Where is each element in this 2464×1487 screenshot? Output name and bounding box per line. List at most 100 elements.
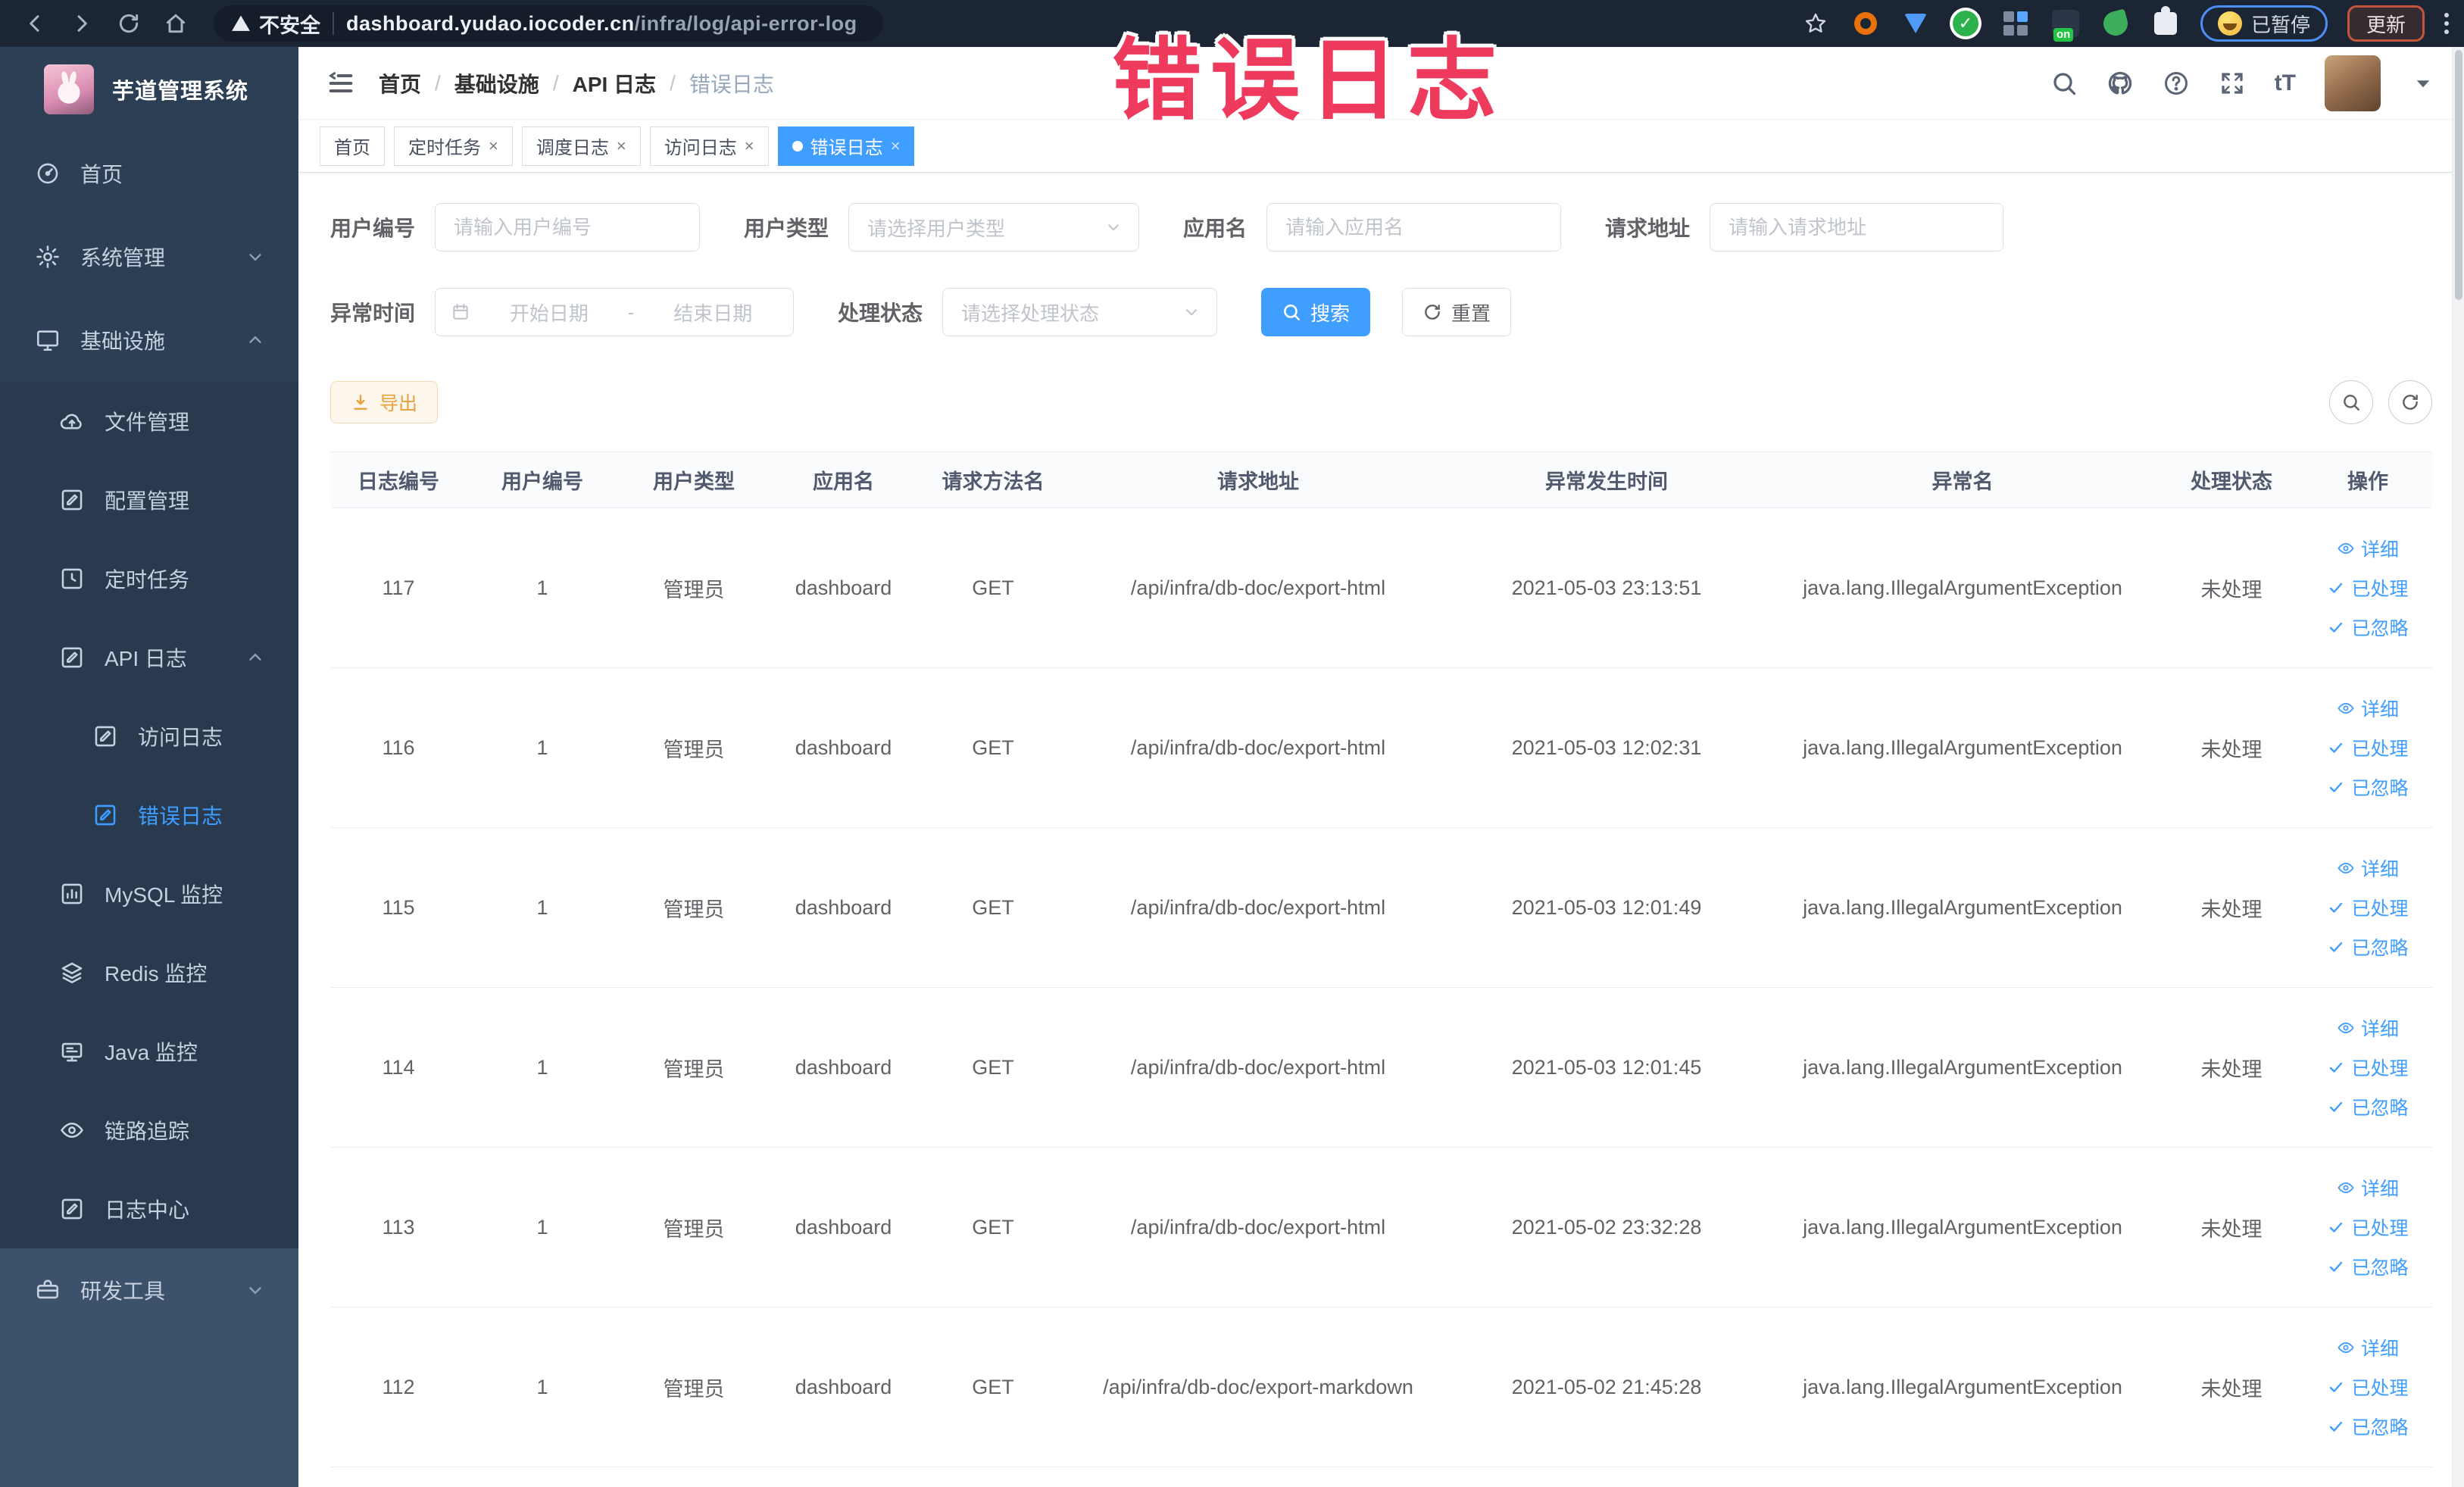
cell-url: /api/infra/db-doc/export-html — [1069, 827, 1447, 988]
processed-link[interactable]: 已处理 — [2327, 1373, 2409, 1401]
sidebar-item-错误日志[interactable]: 错误日志 — [0, 776, 298, 854]
browser-menu-icon[interactable] — [2444, 13, 2449, 34]
detail-link[interactable]: 详细 — [2337, 535, 2399, 562]
extension-green-check-icon[interactable]: ✓ — [1950, 8, 1981, 39]
export-button[interactable]: 导出 — [330, 381, 439, 423]
user-id-input[interactable] — [436, 204, 700, 251]
font-size-icon[interactable]: tT — [2275, 70, 2296, 96]
github-icon[interactable] — [2106, 70, 2134, 97]
sidebar-item-研发工具[interactable]: 研发工具 — [0, 1248, 298, 1332]
app-name-field[interactable] — [1266, 203, 1562, 251]
detail-link[interactable]: 详细 — [2337, 1014, 2399, 1042]
security-status[interactable]: 不安全 — [230, 9, 320, 39]
error-log-table: 日志编号 用户编号 用户类型 应用名 请求方法名 请求地址 异常发生时间 异常名 处理状态 操作 … — [330, 451, 2432, 1467]
tab-首页[interactable]: 首页 — [320, 126, 385, 166]
sidebar-item-MySQL-监控[interactable]: MySQL 监控 — [0, 854, 298, 933]
extension-leaf-icon[interactable] — [2100, 8, 2131, 39]
filter-label-user-type: 用户类型 — [744, 217, 829, 240]
sidebar-item-Java-监控[interactable]: Java 监控 — [0, 1012, 298, 1091]
app-name-input[interactable] — [1267, 204, 1561, 251]
scrollbar-thumb[interactable] — [2455, 50, 2462, 300]
tab-close-icon[interactable]: × — [745, 137, 754, 155]
process-status-select[interactable]: 请选择处理状态 — [942, 288, 1218, 336]
processed-link[interactable]: 已处理 — [2327, 1054, 2409, 1081]
ignored-link[interactable]: 已忽略 — [2327, 1413, 2409, 1440]
sidebar-item-配置管理[interactable]: 配置管理 — [0, 461, 298, 539]
sidebar: 芋道管理系统 首页 系统管理 基础设施 文件管理 配置管理 定时任务 API 日志 访问日志错… — [0, 47, 298, 1487]
detail-link[interactable]: 详细 — [2337, 1334, 2399, 1361]
app-window: 芋道管理系统 首页 系统管理 基础设施 文件管理 配置管理 定时任务 API 日志 访问日志错… — [0, 47, 2464, 1487]
user-menu-caret-icon[interactable] — [2409, 70, 2437, 97]
address-bar[interactable]: 不安全 dashboard.yudao.iocoder.cn/infra/log… — [214, 5, 883, 42]
fullscreen-icon[interactable] — [2219, 70, 2246, 97]
extension-grid-icon[interactable] — [2000, 8, 2031, 39]
processed-link[interactable]: 已处理 — [2327, 1214, 2409, 1241]
extension-on-badge-icon[interactable]: on — [2050, 8, 2081, 42]
paused-badge[interactable]: 已暂停 — [2200, 5, 2328, 42]
tab-调度日志[interactable]: 调度日志 × — [521, 126, 641, 166]
user-type-select[interactable]: 请选择用户类型 — [848, 203, 1140, 251]
tab-访问日志[interactable]: 访问日志 × — [649, 126, 769, 166]
search-button[interactable]: 搜索 — [1261, 288, 1371, 336]
exception-time-range-picker[interactable]: 开始日期 - 结束日期 — [435, 288, 795, 336]
breadcrumb-item[interactable]: 首页 — [379, 68, 421, 98]
processed-link[interactable]: 已处理 — [2327, 734, 2409, 761]
sidebar-item-访问日志[interactable]: 访问日志 — [0, 697, 298, 776]
cell-exception: java.lang.IllegalArgumentException — [1766, 667, 2160, 828]
app-logo[interactable]: 芋道管理系统 — [0, 47, 298, 132]
collapse-sidebar-icon[interactable] — [326, 68, 356, 98]
tab-close-icon[interactable]: × — [489, 137, 498, 155]
cell-user_type: 管理员 — [618, 827, 770, 988]
tab-错误日志[interactable]: 错误日志 × — [777, 126, 915, 166]
bookmark-star-icon[interactable] — [1800, 8, 1831, 39]
request-url-field[interactable] — [1710, 203, 2004, 251]
search-icon[interactable] — [2050, 70, 2078, 97]
breadcrumb-separator: / — [670, 70, 676, 95]
extension-puzzle-icon[interactable] — [2150, 6, 2181, 39]
tab-定时任务[interactable]: 定时任务 × — [394, 126, 513, 166]
extension-orange-icon[interactable] — [1850, 8, 1881, 39]
browser-back-icon[interactable] — [15, 5, 55, 42]
ignored-link[interactable]: 已忽略 — [2327, 1253, 2409, 1280]
ignored-link[interactable]: 已忽略 — [2327, 1093, 2409, 1120]
user-avatar[interactable] — [2325, 55, 2381, 111]
sidebar-item-首页[interactable]: 首页 — [0, 132, 298, 215]
processed-link[interactable]: 已处理 — [2327, 574, 2409, 601]
tab-close-icon[interactable]: × — [891, 137, 901, 155]
ignored-link[interactable]: 已忽略 — [2327, 614, 2409, 641]
sidebar-item-文件管理[interactable]: 文件管理 — [0, 382, 298, 461]
check-icon — [2327, 739, 2345, 757]
browser-home-icon[interactable] — [156, 5, 195, 42]
detail-link[interactable]: 详细 — [2337, 854, 2399, 882]
reset-button[interactable]: 重置 — [1402, 288, 1512, 336]
refresh-table-button[interactable] — [2388, 380, 2432, 424]
detail-link[interactable]: 详细 — [2337, 695, 2399, 722]
browser-forward-icon[interactable] — [62, 5, 101, 42]
help-icon[interactable] — [2163, 70, 2190, 97]
ignored-link[interactable]: 已忽略 — [2327, 773, 2409, 801]
sidebar-item-基础设施[interactable]: 基础设施 — [0, 298, 298, 382]
breadcrumb-item[interactable]: 基础设施 — [454, 68, 539, 98]
browser-update-button[interactable]: 更新 — [2347, 5, 2425, 42]
ignored-link[interactable]: 已忽略 — [2327, 933, 2409, 961]
processed-link[interactable]: 已处理 — [2327, 894, 2409, 921]
filter-row-1: 用户编号 用户类型 请选择用户类型 — [330, 203, 2432, 251]
sidebar-item-系统管理[interactable]: 系统管理 — [0, 215, 298, 298]
range-separator: - — [627, 300, 635, 323]
toggle-search-button[interactable] — [2329, 380, 2373, 424]
page-scrollbar[interactable] — [2452, 47, 2464, 1487]
tab-close-icon[interactable]: × — [617, 137, 626, 155]
browser-reload-icon[interactable] — [109, 5, 148, 42]
sidebar-item-链路追踪[interactable]: 链路追踪 — [0, 1091, 298, 1170]
detail-link[interactable]: 详细 — [2337, 1174, 2399, 1201]
warning-triangle-icon — [230, 13, 251, 34]
sidebar-item-API-日志[interactable]: API 日志 — [0, 618, 298, 697]
sidebar-item-Redis-监控[interactable]: Redis 监控 — [0, 933, 298, 1012]
breadcrumb-item[interactable]: API 日志 — [573, 68, 656, 98]
request-url-input[interactable] — [1710, 204, 2003, 251]
sidebar-item-日志中心[interactable]: 日志中心 — [0, 1170, 298, 1248]
user-id-field[interactable] — [435, 203, 701, 251]
action-label: 详细 — [2360, 859, 2399, 880]
sidebar-item-定时任务[interactable]: 定时任务 — [0, 539, 298, 618]
extension-shield-icon[interactable] — [1900, 8, 1931, 39]
